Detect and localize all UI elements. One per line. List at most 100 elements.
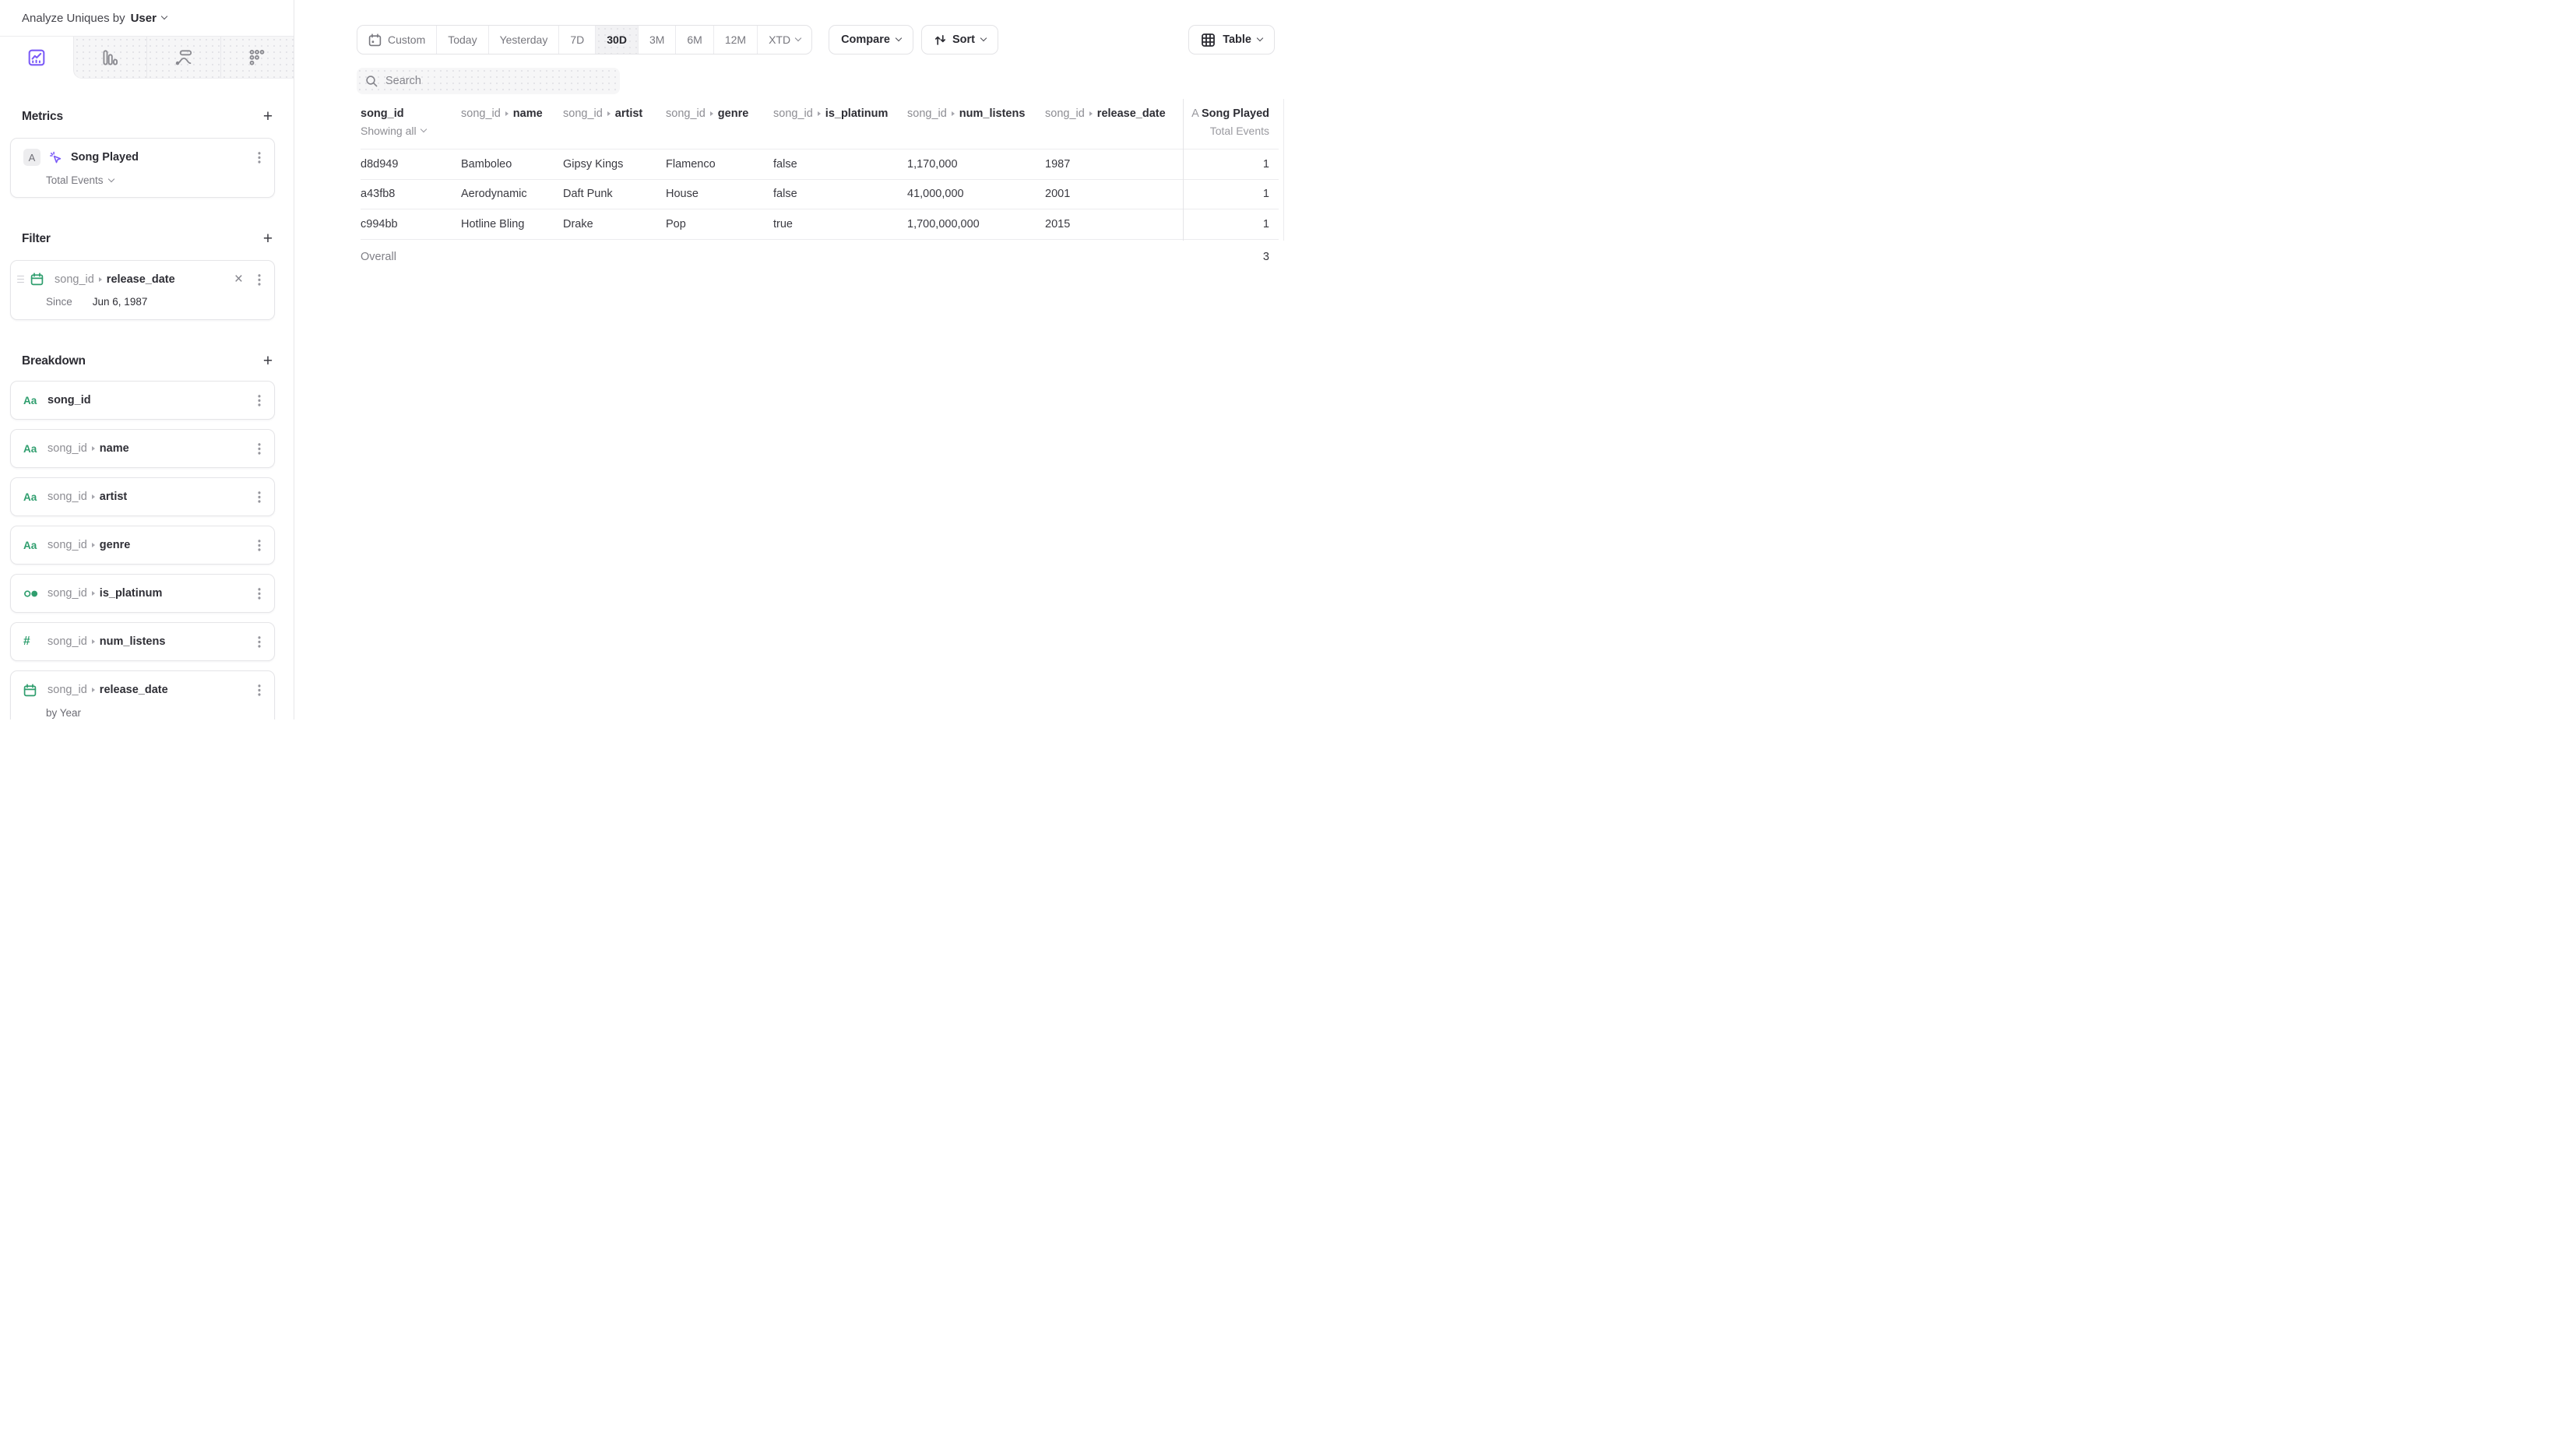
date-range-12m[interactable]: 12M bbox=[713, 26, 757, 54]
breakdown-menu-kebab-icon[interactable] bbox=[254, 442, 265, 455]
path-arrow-icon bbox=[92, 446, 95, 451]
date-range-7d[interactable]: 7D bbox=[558, 26, 595, 54]
breakdown-property-path: song_id num_listens bbox=[48, 635, 254, 648]
date-range-label: 30D bbox=[607, 33, 627, 46]
cell-is-platinum: true bbox=[773, 218, 907, 230]
cell-genre: House bbox=[666, 188, 773, 200]
breakdown-menu-kebab-icon[interactable] bbox=[254, 394, 265, 406]
date-range-yesterday[interactable]: Yesterday bbox=[488, 26, 559, 54]
cell-num-listens: 1,700,000,000 bbox=[907, 218, 1045, 230]
breakdown-item[interactable]: song_id genre bbox=[11, 526, 274, 564]
chevron-down-icon bbox=[980, 35, 987, 41]
path-arrow-icon bbox=[818, 111, 821, 116]
column-header[interactable]: song_idgenre bbox=[666, 107, 773, 120]
breakdown-menu-kebab-icon[interactable] bbox=[254, 539, 265, 551]
calendar-icon bbox=[368, 33, 382, 47]
breakdown-card: song_id bbox=[10, 381, 275, 420]
breakdown-item[interactable]: song_id is_platinum bbox=[11, 575, 274, 612]
tab-flows[interactable] bbox=[146, 37, 220, 79]
date-range-custom[interactable]: Custom bbox=[357, 26, 436, 54]
date-range-today[interactable]: Today bbox=[436, 26, 487, 54]
report-toolbar: Custom Today Yesterday 7D 30D 3M 6M 12M … bbox=[357, 25, 1288, 55]
breakdown-menu-kebab-icon[interactable] bbox=[254, 491, 265, 503]
date-range-label: Today bbox=[448, 33, 477, 46]
visualization-type-button[interactable]: Table bbox=[1188, 25, 1275, 55]
filter-property-path: song_id release_date bbox=[55, 273, 234, 286]
sort-button[interactable]: Sort bbox=[921, 25, 998, 55]
table-row[interactable]: d8d949 Bamboleo Gipsy Kings Flamenco fal… bbox=[361, 150, 1279, 180]
metric-event-row[interactable]: A Song Played bbox=[11, 139, 274, 166]
column-header[interactable]: song_idnum_listens bbox=[907, 107, 1045, 120]
date-property-icon bbox=[30, 273, 49, 286]
string-property-icon bbox=[23, 395, 42, 406]
metric-letter-badge: A bbox=[23, 149, 40, 166]
cell-is-platinum: false bbox=[773, 188, 907, 200]
showing-all-selector[interactable]: Showing all bbox=[361, 125, 461, 137]
compare-button[interactable]: Compare bbox=[829, 25, 913, 55]
date-range-label: XTD bbox=[769, 33, 790, 46]
chevron-down-icon bbox=[107, 175, 114, 181]
breakdown-menu-kebab-icon[interactable] bbox=[254, 587, 265, 600]
column-header[interactable]: song_idrelease_date bbox=[1045, 107, 1183, 120]
date-range-label: 6M bbox=[687, 33, 702, 46]
breakdown-item[interactable]: song_id bbox=[11, 382, 274, 419]
breakdown-section-header: Breakdown + bbox=[0, 351, 294, 371]
analyze-entity-value: User bbox=[131, 12, 157, 25]
breakdown-bucket-selector[interactable]: by Year bbox=[11, 707, 274, 720]
breakdown-card: song_id release_date by Year bbox=[10, 670, 275, 720]
metric-column-header[interactable]: A Song Played bbox=[1183, 107, 1279, 120]
tab-bar-chart[interactable] bbox=[73, 37, 147, 79]
chevron-down-icon bbox=[161, 13, 167, 19]
remove-filter-icon[interactable]: × bbox=[234, 272, 243, 287]
table-row[interactable]: c994bb Hotline Bling Drake Pop true 1,70… bbox=[361, 209, 1279, 240]
breakdown-item[interactable]: song_id artist bbox=[11, 478, 274, 515]
column-header[interactable]: song_idartist bbox=[563, 107, 666, 120]
results-table: song_id song_idname song_idartist song_i… bbox=[361, 105, 1279, 274]
breakdown-menu-kebab-icon[interactable] bbox=[254, 684, 265, 696]
column-header-song-id[interactable]: song_id bbox=[361, 107, 404, 120]
chevron-down-icon bbox=[1257, 35, 1263, 41]
table-row[interactable]: a43fb8 Aerodynamic Daft Punk House false… bbox=[361, 180, 1279, 210]
filter-operator[interactable]: Since bbox=[46, 296, 72, 308]
filter-menu-kebab-icon[interactable] bbox=[254, 273, 265, 286]
date-range-3m[interactable]: 3M bbox=[638, 26, 675, 54]
filter-section-header: Filter + bbox=[0, 229, 294, 249]
tab-insights[interactable] bbox=[0, 37, 73, 79]
flows-icon bbox=[174, 47, 194, 68]
date-range-30d[interactable]: 30D bbox=[595, 26, 638, 54]
breakdown-menu-kebab-icon[interactable] bbox=[254, 635, 265, 648]
date-range-6m[interactable]: 6M bbox=[675, 26, 713, 54]
table-body: d8d949 Bamboleo Gipsy Kings Flamenco fal… bbox=[361, 150, 1279, 240]
cell-genre: Pop bbox=[666, 218, 773, 230]
filter-value[interactable]: Jun 6, 1987 bbox=[93, 296, 148, 308]
search-input[interactable] bbox=[385, 75, 611, 87]
filter-property-row[interactable]: song_id release_date × bbox=[11, 261, 274, 287]
path-arrow-icon bbox=[99, 277, 102, 282]
string-property-icon bbox=[23, 540, 42, 551]
metrics-title: Metrics bbox=[22, 110, 63, 124]
add-metric-button[interactable]: + bbox=[258, 107, 278, 127]
drag-handle-icon[interactable] bbox=[17, 276, 24, 283]
breakdown-item[interactable]: song_id name bbox=[11, 430, 274, 467]
date-range-label: Custom bbox=[388, 33, 425, 46]
column-header[interactable]: song_idname bbox=[461, 107, 563, 120]
metric-aggregation-value: Total Events bbox=[46, 174, 104, 186]
insights-report-app: Analyze Uniques by User bbox=[0, 0, 1288, 720]
date-range-label: 7D bbox=[570, 33, 584, 46]
path-arrow-icon bbox=[505, 111, 509, 116]
tab-retention[interactable] bbox=[220, 37, 294, 79]
breakdown-title: Breakdown bbox=[22, 354, 86, 368]
column-header[interactable]: song_idis_platinum bbox=[773, 107, 907, 120]
add-breakdown-button[interactable]: + bbox=[258, 351, 278, 371]
breakdown-item[interactable]: song_id num_listens bbox=[11, 623, 274, 660]
search-icon bbox=[365, 75, 378, 88]
analyze-entity-selector[interactable]: User bbox=[131, 12, 167, 25]
breakdown-property: song_id bbox=[48, 394, 91, 406]
metric-aggregation-selector[interactable]: Total Events bbox=[11, 166, 274, 197]
date-range-xtd[interactable]: XTD bbox=[757, 26, 811, 54]
chevron-down-icon bbox=[896, 35, 902, 41]
metric-menu-kebab-icon[interactable] bbox=[254, 151, 265, 164]
add-filter-button[interactable]: + bbox=[258, 229, 278, 249]
breakdown-item[interactable]: song_id release_date bbox=[11, 671, 274, 709]
report-main-area: Custom Today Yesterday 7D 30D 3M 6M 12M … bbox=[294, 0, 1288, 720]
